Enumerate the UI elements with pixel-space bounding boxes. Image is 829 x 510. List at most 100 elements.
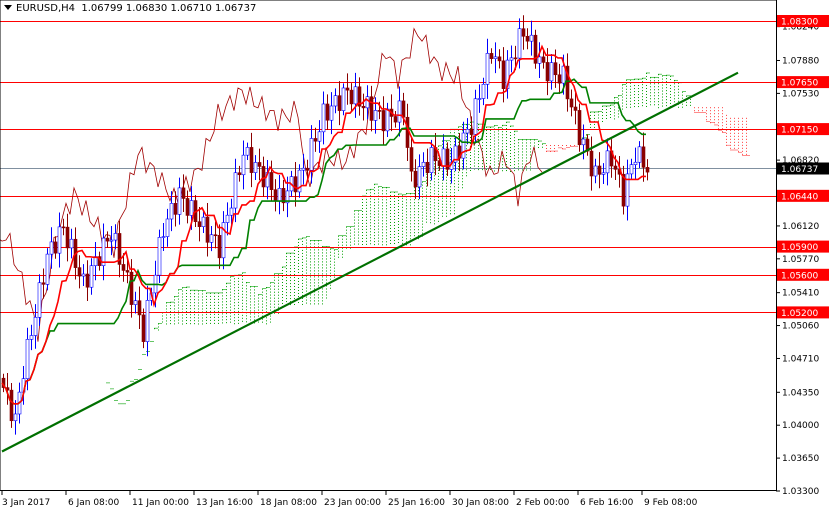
- cloud-dot: [638, 106, 639, 108]
- cloud-dot: [494, 170, 495, 172]
- cloud-dot: [202, 308, 203, 310]
- cloud-dot: [434, 205, 435, 207]
- cloud-dot: [738, 144, 739, 146]
- cloud-dot: [510, 153, 511, 155]
- cloud-dot: [490, 129, 491, 131]
- cloud-dot: [214, 304, 215, 306]
- cloud-dot: [730, 120, 731, 122]
- cloud-dot: [234, 284, 235, 286]
- cloud-dot: [626, 85, 627, 87]
- y-tick-label: 1.05770: [782, 255, 819, 265]
- cloud-dot: [726, 126, 727, 128]
- cloud-dot: [422, 202, 423, 204]
- cloud-dot: [490, 156, 491, 158]
- cloud-dot: [262, 297, 263, 299]
- cloud-dot: [418, 205, 419, 207]
- candle: [309, 138, 314, 171]
- cloud-dot: [370, 237, 371, 239]
- cloud-dot: [306, 257, 307, 259]
- cloud-dot: [378, 231, 379, 233]
- cloud-dot: [738, 117, 739, 119]
- cloud-dot: [522, 157, 523, 159]
- cloud-dot: [450, 183, 451, 185]
- cloud-dot: [450, 156, 451, 158]
- cloud-dot: [446, 173, 447, 175]
- cloud-dot: [246, 315, 247, 317]
- cloud-dot: [426, 197, 427, 199]
- cloud-dot: [250, 310, 251, 312]
- cloud-dot: [474, 147, 475, 149]
- cloud-dot: [418, 232, 419, 234]
- cloud-dot: [518, 145, 519, 147]
- cloud-dot: [434, 202, 435, 204]
- cloud-dot: [662, 78, 663, 80]
- cloud-dot: [458, 171, 459, 173]
- cloud-dot: [746, 135, 747, 137]
- cloud-dot: [470, 128, 471, 130]
- cloud-dot: [694, 107, 695, 109]
- cloud-dot: [206, 301, 207, 303]
- candle: [121, 264, 126, 271]
- cloud-dot: [534, 145, 535, 147]
- dropdown-triangle-icon[interactable]: [4, 5, 12, 10]
- cloud-dot: [622, 105, 623, 107]
- cloud-dot: [318, 300, 319, 302]
- cloud-dot: [314, 303, 315, 305]
- price-chart[interactable]: 1.082401.078801.075301.068201.061201.057…: [0, 0, 829, 510]
- cloud-dot: [326, 294, 327, 296]
- cloud-dot: [234, 308, 235, 310]
- cloud-dot: [406, 235, 407, 237]
- cloud-dot: [450, 159, 451, 161]
- cloud-dot: [434, 214, 435, 216]
- cloud-dot: [266, 305, 267, 307]
- cloud-dot: [198, 299, 199, 301]
- cloud-dot: [186, 314, 187, 316]
- cloud-dot: [190, 317, 191, 319]
- cloud-dot: [274, 291, 275, 293]
- cloud-dot: [230, 288, 231, 290]
- cloud-dot: [222, 322, 223, 324]
- cloud-dot: [302, 303, 303, 305]
- cloud-dot: [198, 320, 199, 322]
- cloud-dot: [590, 114, 591, 116]
- cloud-dot: [426, 212, 427, 214]
- cloud-dot: [486, 162, 487, 164]
- cloud-dot: [434, 178, 435, 180]
- cloud-dot: [326, 252, 327, 254]
- cloud-dot: [278, 285, 279, 287]
- cloud-dot: [442, 203, 443, 205]
- cloud-dot: [306, 263, 307, 265]
- candle: [205, 216, 210, 243]
- cloud-dot: [314, 279, 315, 281]
- cloud-dot: [430, 216, 431, 218]
- cloud-dot: [254, 307, 255, 309]
- cloud-dot: [298, 259, 299, 261]
- candle: [513, 57, 518, 60]
- cloud-dot: [270, 306, 271, 308]
- cloud-dot: [662, 87, 663, 89]
- cloud-dot: [438, 184, 439, 186]
- cloud-dot: [242, 317, 243, 319]
- cloud-dot: [242, 296, 243, 298]
- cloud-dot: [506, 128, 507, 130]
- candle: [233, 172, 238, 209]
- cloud-dot: [322, 249, 323, 251]
- cloud-dot: [342, 244, 343, 246]
- cloud-dot: [366, 225, 367, 227]
- cloud-dot: [250, 307, 251, 309]
- cloud-dot: [642, 93, 643, 95]
- cloud-dot: [194, 296, 195, 298]
- cloud-dot: [450, 186, 451, 188]
- candle: [161, 236, 166, 238]
- cloud-dot: [234, 323, 235, 325]
- cloud-dot: [254, 316, 255, 318]
- cloud-dot: [286, 268, 287, 270]
- cloud-dot: [650, 95, 651, 97]
- cloud-dot: [202, 305, 203, 307]
- cloud-dot: [658, 77, 659, 79]
- cloud-dot: [638, 97, 639, 99]
- cloud-dot: [318, 267, 319, 269]
- cloud-dot: [618, 98, 619, 100]
- cloud-dot: [166, 308, 167, 310]
- cloud-dot: [446, 203, 447, 205]
